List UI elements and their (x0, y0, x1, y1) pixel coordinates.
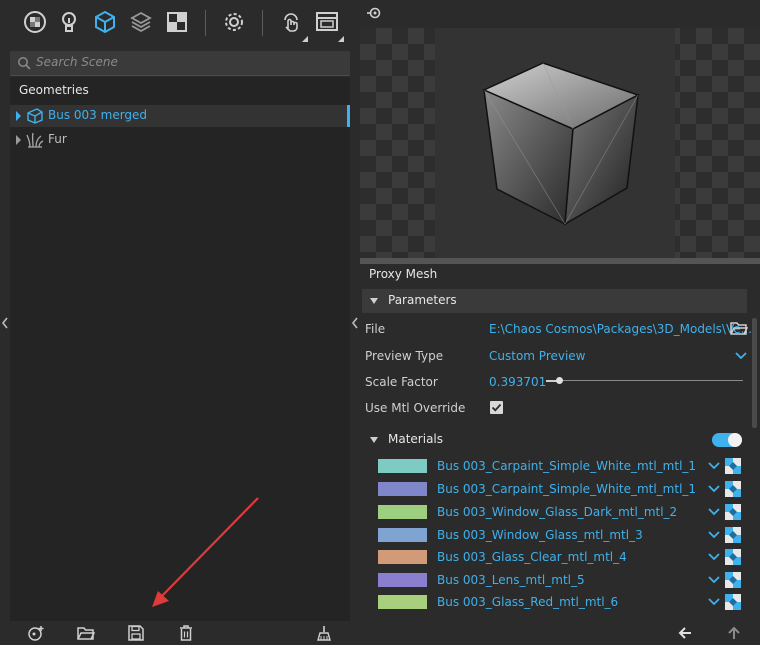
material-edit-icon[interactable] (724, 548, 742, 566)
parameters-section-header[interactable]: Parameters (362, 289, 747, 313)
collapse-left-icon[interactable] (1, 317, 9, 329)
material-row[interactable]: Bus 003_Carpaint_Simple_White_mtl_mtl_1 (365, 479, 750, 500)
material-row[interactable]: Bus 003_Window_Glass_mtl_mtl_3 (365, 525, 750, 546)
material-row[interactable]: Bus 003_Carpaint_Simple_White_mtl_mtl_1 (365, 456, 750, 477)
material-row[interactable]: Bus 003_Glass_Red_mtl_mtl_6 (365, 592, 750, 613)
category-toolbar (0, 0, 360, 48)
browse-folder-icon[interactable] (730, 320, 748, 336)
add-object-icon[interactable] (25, 624, 47, 642)
chevron-down-icon[interactable] (708, 460, 720, 472)
material-color-swatch (378, 482, 427, 496)
viewport-window-icon[interactable] (312, 6, 342, 38)
material-name[interactable]: Bus 003_Glass_Red_mtl_mtl_6 (437, 595, 618, 609)
material-color-swatch (378, 550, 427, 564)
dropdown-corner-icon (302, 36, 308, 42)
save-icon[interactable] (125, 624, 147, 642)
pin-icon[interactable] (366, 5, 384, 21)
scale-slider-track[interactable] (546, 380, 743, 381)
toolbar-divider (205, 10, 206, 36)
search-input[interactable]: Search Scene (36, 55, 118, 69)
chevron-down-icon[interactable] (708, 506, 720, 518)
proxy-cube-icon (27, 108, 43, 124)
settings-icon[interactable] (219, 6, 249, 38)
back-arrow-icon[interactable] (678, 626, 692, 640)
scene-search-box[interactable]: Search Scene (10, 51, 350, 76)
materials-toggle[interactable] (712, 433, 742, 447)
list-item-label: Fur (48, 132, 67, 146)
chevron-down-icon[interactable] (708, 596, 720, 608)
list-item-bus-003-merged[interactable]: Bus 003 merged (10, 105, 350, 127)
material-color-swatch (378, 528, 427, 542)
expand-arrow-icon[interactable] (16, 111, 21, 121)
scene-bottom-toolbar (0, 621, 360, 645)
chevron-down-icon[interactable] (735, 350, 747, 362)
delete-icon[interactable] (175, 624, 197, 642)
scale-factor-label: Scale Factor (365, 375, 438, 389)
material-name[interactable]: Bus 003_Carpaint_Simple_White_mtl_mtl_1 (437, 459, 696, 473)
toolbar-divider (262, 10, 263, 36)
material-edit-icon[interactable] (724, 571, 742, 589)
materials-icon[interactable] (126, 6, 156, 38)
toggle-knob (728, 433, 742, 447)
list-item-fur[interactable]: Fur (10, 129, 350, 151)
checkmark-icon (491, 403, 502, 412)
material-color-swatch (378, 573, 427, 587)
material-color-swatch (378, 595, 427, 609)
section-title: Materials (388, 432, 444, 446)
material-row[interactable]: Bus 003_Window_Glass_Dark_mtl_mtl_2 (365, 502, 750, 523)
material-name[interactable]: Bus 003_Glass_Clear_mtl_mtl_4 (437, 550, 627, 564)
collapse-splitter-icon[interactable] (351, 317, 359, 329)
dropdown-corner-icon (338, 36, 344, 42)
up-arrow-icon[interactable] (727, 626, 741, 640)
chevron-down-icon[interactable] (708, 574, 720, 586)
textures-icon[interactable] (162, 6, 192, 38)
chevron-down-icon[interactable] (708, 483, 720, 495)
material-edit-icon[interactable] (724, 593, 742, 611)
use-mtl-override-checkbox[interactable] (490, 401, 503, 414)
material-name[interactable]: Bus 003_Carpaint_Simple_White_mtl_mtl_1 (437, 482, 696, 496)
cleanup-broom-icon[interactable] (313, 624, 335, 642)
expand-arrow-icon[interactable] (16, 135, 21, 145)
material-row[interactable]: Bus 003_Glass_Clear_mtl_mtl_4 (365, 547, 750, 568)
materials-section-header[interactable]: Materials (362, 428, 747, 452)
section-title: Parameters (388, 293, 457, 307)
material-edit-icon[interactable] (724, 526, 742, 544)
preview-type-dropdown[interactable]: Custom Preview (489, 349, 586, 363)
annotation-arrow (152, 497, 259, 607)
list-item-label: Bus 003 merged (48, 108, 148, 122)
material-edit-icon[interactable] (724, 457, 742, 475)
render-elements-icon[interactable] (20, 6, 50, 38)
interactive-render-icon[interactable] (276, 6, 306, 38)
material-color-swatch (378, 459, 427, 473)
lights-icon[interactable] (54, 6, 84, 38)
panel-title: Proxy Mesh (369, 267, 438, 281)
material-edit-icon[interactable] (724, 480, 742, 498)
category-title: Geometries (19, 83, 89, 97)
fur-icon (26, 132, 44, 148)
scale-slider-handle[interactable] (556, 377, 563, 384)
properties-bottom-toolbar (360, 621, 760, 645)
preview-type-label: Preview Type (365, 349, 444, 363)
material-name[interactable]: Bus 003_Window_Glass_Dark_mtl_mtl_2 (437, 505, 677, 519)
material-name[interactable]: Bus 003_Lens_mtl_mtl_5 (437, 573, 585, 587)
chevron-down-icon[interactable] (708, 529, 720, 541)
preview-divider[interactable] (360, 258, 760, 264)
material-preview (360, 28, 760, 258)
file-label: File (365, 322, 386, 336)
material-name[interactable]: Bus 003_Window_Glass_mtl_mtl_3 (437, 528, 643, 542)
geometries-icon[interactable] (90, 6, 120, 38)
search-icon (18, 57, 31, 70)
open-folder-icon[interactable] (75, 624, 97, 642)
collapse-arrow-icon[interactable] (370, 298, 378, 304)
scrollbar-thumb[interactable] (752, 318, 757, 428)
chevron-down-icon[interactable] (708, 551, 720, 563)
material-edit-icon[interactable] (724, 503, 742, 521)
use-mtl-override-label: Use Mtl Override (365, 401, 466, 415)
material-row[interactable]: Bus 003_Lens_mtl_mtl_5 (365, 570, 750, 591)
scale-factor-field[interactable]: 0.393701 (489, 375, 546, 389)
file-path-field[interactable]: E:\Chaos Cosmos\Packages\3D_Models\Ve... (489, 322, 752, 336)
collapse-arrow-icon[interactable] (370, 437, 378, 443)
material-color-swatch (378, 505, 427, 519)
